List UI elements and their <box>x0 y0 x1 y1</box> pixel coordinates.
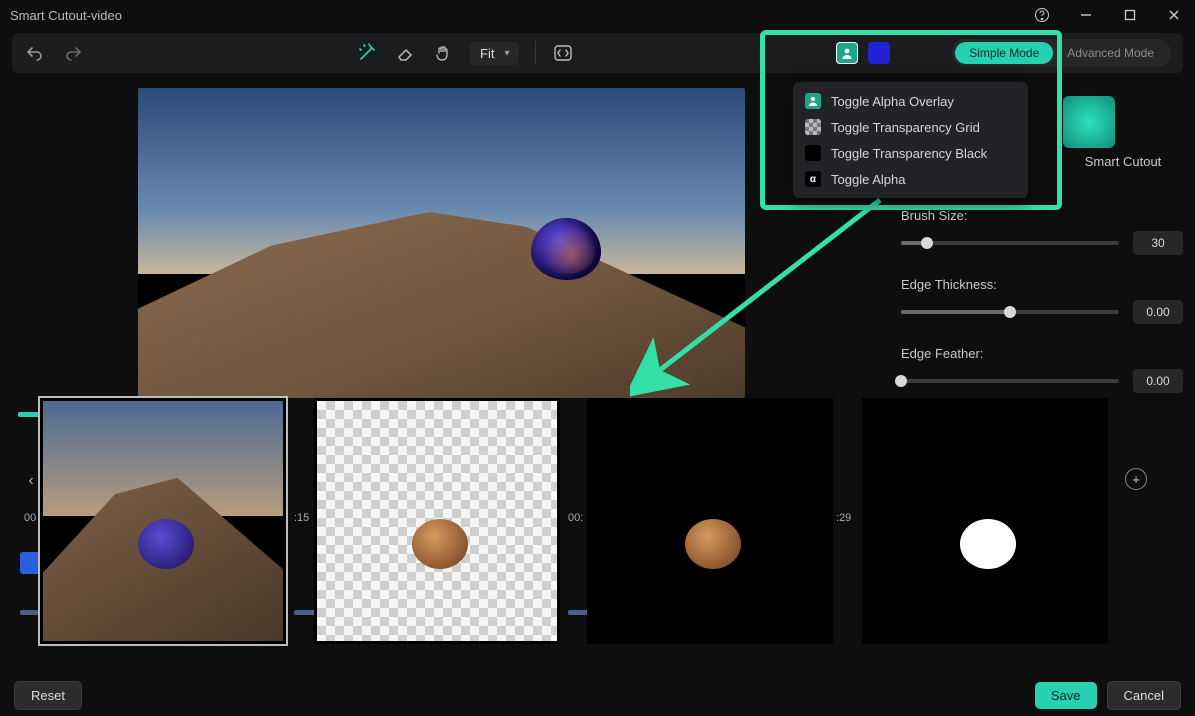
toolbar: Fit ▾ Simple Mode Advanced Mode <box>12 33 1183 73</box>
timecode-15: :15 <box>294 512 309 524</box>
person-icon <box>805 93 821 109</box>
mode-switch[interactable]: Simple Mode Advanced Mode <box>952 39 1171 67</box>
close-icon[interactable] <box>1163 4 1185 26</box>
title-bar: Smart Cutout-video <box>0 0 1195 30</box>
footer: Reset Save Cancel <box>0 674 1195 716</box>
canvas-subject <box>531 218 601 280</box>
redo-icon[interactable] <box>62 42 84 64</box>
edge-feather-group: Edge Feather: 0.00 <box>901 346 1183 393</box>
timecode-0: 00 <box>24 512 36 524</box>
smart-cutout-label: Smart Cutout <box>1063 154 1183 169</box>
preview-thumb-transparency-grid[interactable] <box>314 398 560 644</box>
dropdown-item-alpha-overlay[interactable]: Toggle Alpha Overlay <box>793 88 1028 114</box>
edge-thickness-value[interactable]: 0.00 <box>1133 300 1183 324</box>
window-controls <box>1031 4 1185 26</box>
magic-brush-icon[interactable] <box>356 42 378 64</box>
smart-cutout-thumb-icon <box>1063 96 1115 148</box>
maximize-icon[interactable] <box>1119 4 1141 26</box>
dropdown-item-alpha[interactable]: αToggle Alpha <box>793 166 1028 192</box>
brush-size-value[interactable]: 30 <box>1133 231 1183 255</box>
preview-alpha-overlay-swatch[interactable] <box>836 42 858 64</box>
edge-feather-slider[interactable] <box>901 379 1119 383</box>
help-icon[interactable] <box>1031 4 1053 26</box>
toolbar-divider <box>535 41 536 65</box>
edge-thickness-slider[interactable] <box>901 310 1119 314</box>
edge-feather-label: Edge Feather: <box>901 346 1183 361</box>
window-title: Smart Cutout-video <box>10 8 122 23</box>
cancel-button[interactable]: Cancel <box>1107 681 1181 710</box>
zoom-select[interactable]: Fit ▾ <box>470 42 519 65</box>
undo-icon[interactable] <box>24 42 46 64</box>
black-swatch-icon <box>805 145 821 161</box>
eraser-icon[interactable] <box>394 42 416 64</box>
timecode-00b: 00: <box>568 512 583 524</box>
chevron-down-icon: ▾ <box>504 48 509 59</box>
edge-thickness-label: Edge Thickness: <box>901 277 1183 292</box>
zoom-label: Fit <box>480 46 494 61</box>
brush-size-slider[interactable] <box>901 241 1119 245</box>
brush-size-label: Brush Size: <box>901 208 1183 223</box>
dropdown-item-transparency-grid[interactable]: Toggle Transparency Grid <box>793 114 1028 140</box>
preview-thumb-transparency-black[interactable] <box>587 398 833 644</box>
timeline-add-icon[interactable]: + <box>1125 468 1147 490</box>
edge-feather-value[interactable]: 0.00 <box>1133 369 1183 393</box>
brush-size-group: Brush Size: 30 <box>901 208 1183 255</box>
timecode-29: :29 <box>836 512 851 524</box>
reset-button[interactable]: Reset <box>14 681 82 710</box>
canvas-preview[interactable] <box>138 88 745 398</box>
alpha-icon: α <box>805 171 821 187</box>
pan-hand-icon[interactable] <box>432 42 454 64</box>
timeline-prev-icon[interactable]: ‹ <box>22 470 40 492</box>
preview-thumb-alpha[interactable] <box>862 398 1108 644</box>
checker-icon <box>805 119 821 135</box>
smart-cutout-tile[interactable]: Smart Cutout <box>1063 96 1183 169</box>
dropdown-item-transparency-black[interactable]: Toggle Transparency Black <box>793 140 1028 166</box>
edge-thickness-group: Edge Thickness: 0.00 <box>901 277 1183 324</box>
preview-thumb-overlay[interactable] <box>40 398 286 644</box>
compare-icon[interactable] <box>552 42 574 64</box>
preview-mode-swatches <box>836 42 890 64</box>
preview-mode-dropdown[interactable]: Toggle Alpha Overlay Toggle Transparency… <box>793 82 1028 198</box>
advanced-mode-tab[interactable]: Advanced Mode <box>1053 42 1168 64</box>
preview-solid-color-swatch[interactable] <box>868 42 890 64</box>
timeline-strip: ‹ + 00 :15 00: :29 <box>12 398 1183 670</box>
simple-mode-tab[interactable]: Simple Mode <box>955 42 1053 64</box>
minimize-icon[interactable] <box>1075 4 1097 26</box>
save-button[interactable]: Save <box>1035 682 1097 709</box>
